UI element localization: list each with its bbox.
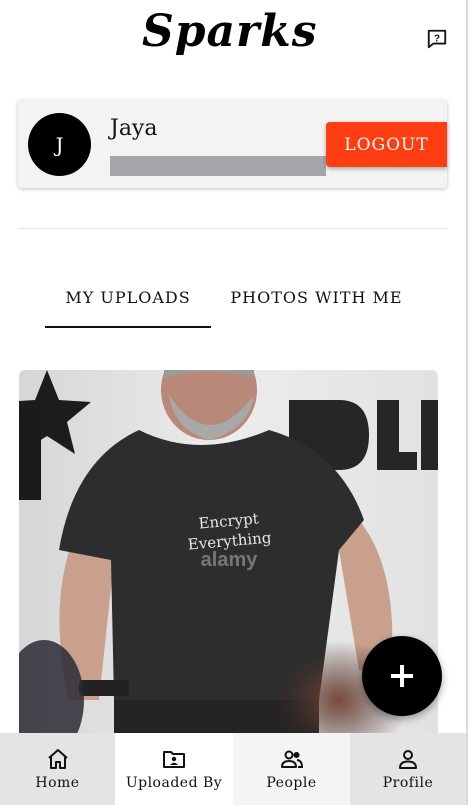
nav-uploaded-by-label: Uploaded By (125, 775, 223, 791)
nav-uploaded-by[interactable]: Uploaded By (115, 733, 233, 805)
nav-home-label: Home (35, 775, 80, 791)
svg-text:?: ? (434, 33, 440, 44)
active-tab-indicator (45, 326, 211, 328)
home-icon (47, 749, 68, 769)
user-name: Jaya (110, 116, 158, 141)
tab-photos-with-me[interactable]: PHOTOS WITH ME (224, 288, 409, 307)
app-header: Sparks ? (0, 0, 466, 80)
section-divider (18, 228, 447, 229)
photo-watermark: alamy (201, 549, 259, 571)
nav-people[interactable]: People (233, 733, 350, 805)
app-logo[interactable]: Sparks (142, 6, 318, 57)
nav-home[interactable]: Home (0, 733, 115, 805)
plus-icon (391, 665, 413, 687)
avatar: J (28, 113, 91, 176)
people-icon (280, 750, 303, 768)
redacted-email-bar (110, 156, 326, 176)
nav-people-label: People (266, 775, 317, 791)
person-icon (399, 750, 417, 769)
tab-my-uploads[interactable]: MY UPLOADS (45, 288, 211, 307)
nav-profile[interactable]: Profile (350, 733, 466, 805)
folder-user-icon (163, 751, 185, 768)
profile-card: J Jaya LOGOUT (18, 100, 447, 188)
logout-button[interactable]: LOGOUT (326, 122, 447, 167)
add-photo-button[interactable] (362, 636, 442, 716)
feedback-icon[interactable]: ? (426, 28, 448, 50)
app-window: Sparks ? J Jaya LOGOUT MY UPLOADS PHOTOS… (0, 0, 468, 805)
bottom-navigation: Home Uploaded By People Profile (0, 733, 466, 805)
nav-profile-label: Profile (382, 775, 434, 791)
